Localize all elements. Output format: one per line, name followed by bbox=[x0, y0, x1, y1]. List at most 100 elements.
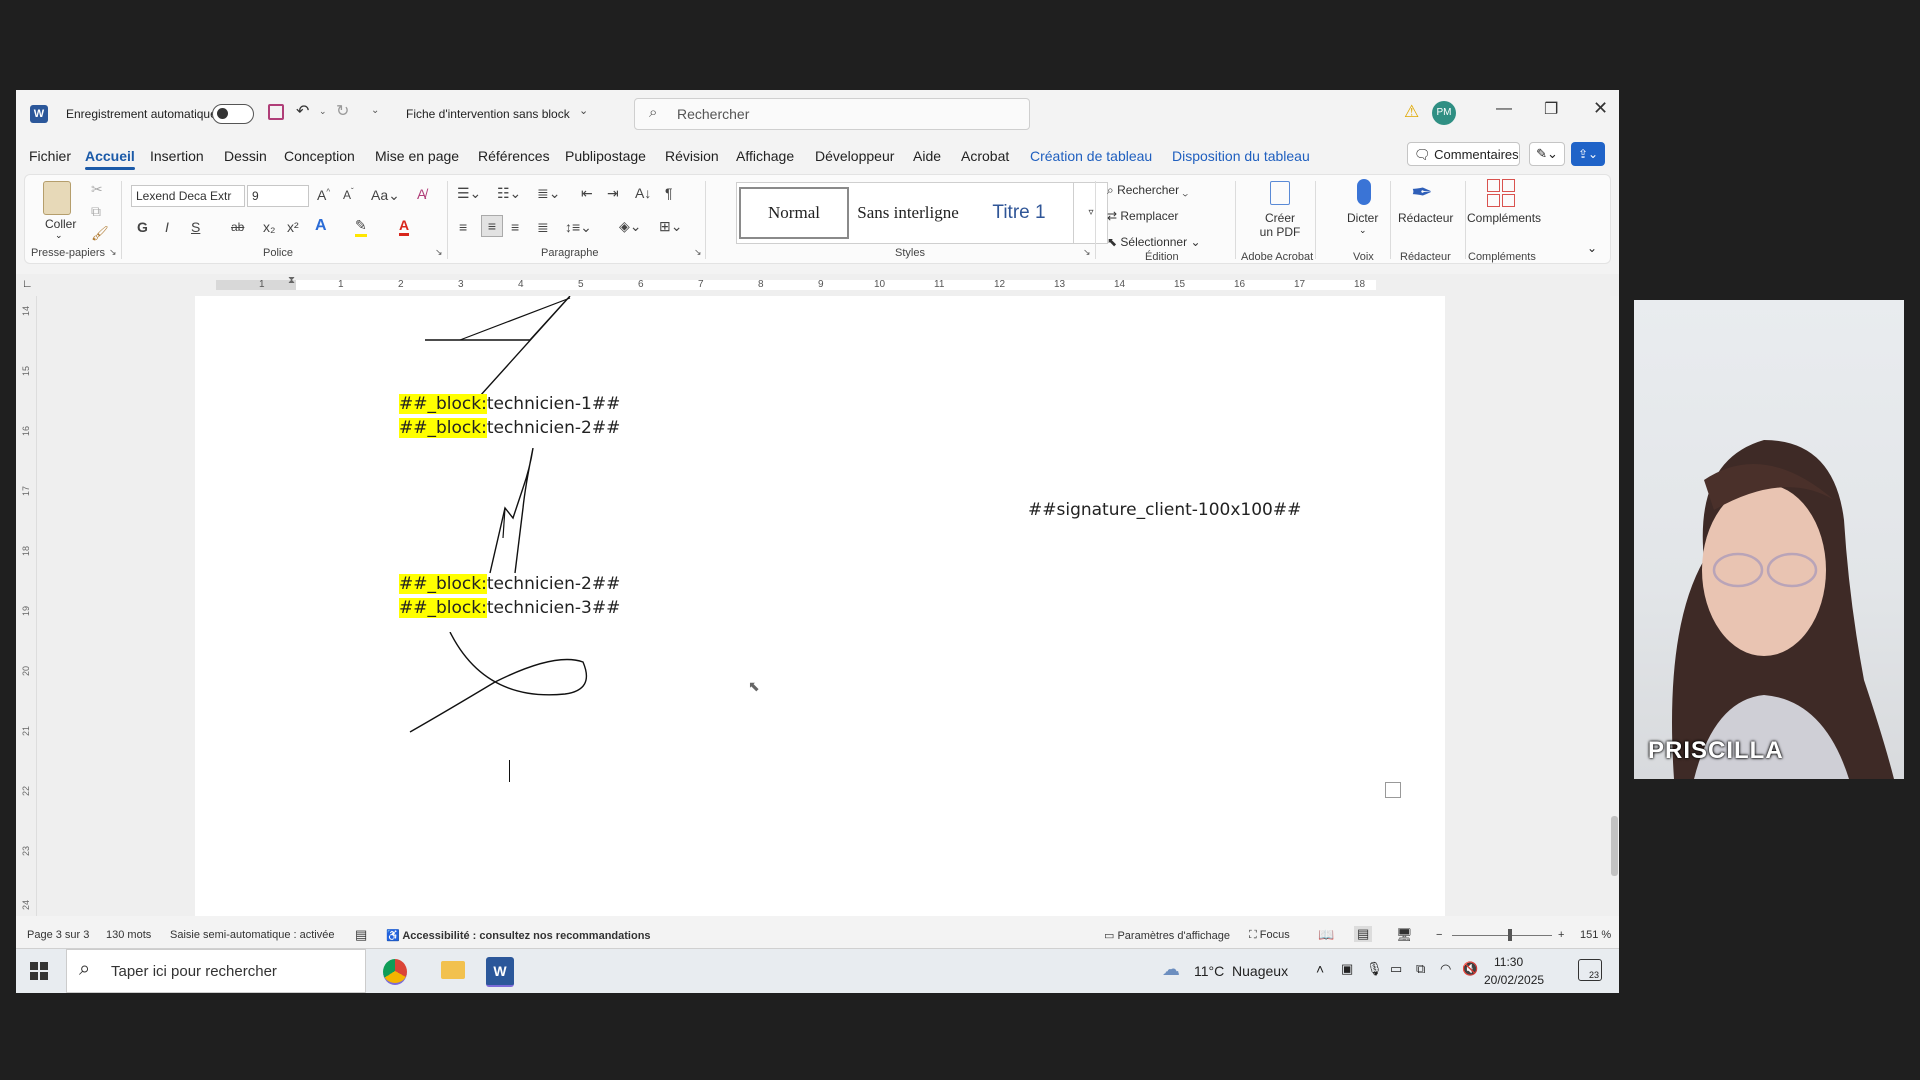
select-button[interactable]: ⬉ Sélectionner ⌄ bbox=[1107, 235, 1201, 249]
clock-date[interactable]: 20/02/2025 bbox=[1484, 973, 1544, 987]
font-family-select[interactable]: Lexend Deca Extr bbox=[131, 185, 245, 207]
block-line-technicien-1[interactable]: ##_block:technicien-1## bbox=[399, 394, 620, 414]
document-page[interactable]: ##_block:technicien-1## ##_block:technic… bbox=[195, 296, 1445, 916]
focus-button[interactable]: ⛶ Focus bbox=[1249, 929, 1290, 942]
tab-dessin[interactable]: Dessin bbox=[224, 148, 267, 164]
horizontal-ruler[interactable]: ∟ ⧗ 1 1 2 3 4 5 6 7 8 9 10 11 12 13 14 1… bbox=[16, 274, 1619, 296]
font-size-select[interactable]: 9 bbox=[247, 185, 309, 207]
format-painter-icon[interactable]: 🖌 bbox=[91, 225, 109, 242]
ribbon-collapse-icon[interactable]: ⌄ bbox=[1587, 241, 1597, 255]
highlight-icon[interactable]: ✎ bbox=[355, 217, 367, 237]
indent-marker-icon[interactable]: ⧗ bbox=[288, 275, 295, 286]
tab-disposition-tableau[interactable]: Disposition du tableau bbox=[1172, 148, 1310, 164]
web-layout-icon[interactable]: 🖥 bbox=[1396, 927, 1413, 943]
sort-icon[interactable]: A↓ bbox=[635, 185, 651, 201]
windows-start-icon[interactable] bbox=[30, 962, 48, 980]
increase-indent-icon[interactable]: ⇥ bbox=[607, 185, 619, 202]
style-titre-1[interactable]: Titre 1 bbox=[969, 187, 1069, 239]
word-count[interactable]: 130 mots bbox=[106, 929, 151, 941]
close-icon[interactable]: ✕ bbox=[1593, 98, 1608, 119]
cut-icon[interactable]: ✂ bbox=[91, 181, 103, 198]
mic-tray-icon[interactable]: 🎙 bbox=[1366, 961, 1383, 977]
grow-font-icon[interactable]: A^ bbox=[317, 187, 330, 203]
tab-creation-tableau[interactable]: Création de tableau bbox=[1030, 148, 1152, 164]
document-name[interactable]: Fiche d'intervention sans block bbox=[406, 107, 570, 121]
decrease-indent-icon[interactable]: ⇤ bbox=[581, 185, 593, 202]
tab-developpeur[interactable]: Développeur bbox=[815, 148, 894, 164]
clear-formatting-icon[interactable]: A̸ bbox=[417, 186, 426, 202]
share-button[interactable]: ⇪⌄ bbox=[1571, 142, 1605, 166]
minimize-icon[interactable]: — bbox=[1496, 100, 1512, 118]
resize-handle-icon[interactable] bbox=[1385, 782, 1401, 798]
battery-icon[interactable]: ▭ bbox=[1390, 961, 1402, 977]
find-button[interactable]: ⌕ Rechercher ⌄ bbox=[1107, 183, 1188, 198]
chrome-icon[interactable] bbox=[383, 959, 407, 985]
document-area[interactable]: 14 15 16 17 18 19 20 21 22 23 24 ##_bloc… bbox=[16, 296, 1619, 916]
weather-text[interactable]: 11°C Nuageux bbox=[1194, 963, 1288, 979]
file-explorer-icon[interactable] bbox=[441, 961, 465, 979]
line-spacing-icon[interactable]: ↕≡⌄ bbox=[565, 219, 592, 236]
tab-affichage[interactable]: Affichage bbox=[736, 148, 794, 164]
dictate-button[interactable]: Dicter bbox=[1347, 211, 1378, 225]
warning-icon[interactable]: ⚠ bbox=[1404, 102, 1419, 122]
weather-icon[interactable]: ☁ bbox=[1162, 959, 1180, 980]
superscript-icon[interactable]: x² bbox=[287, 219, 299, 235]
tab-mise-en-page[interactable]: Mise en page bbox=[375, 148, 459, 164]
vertical-ruler[interactable]: 14 15 16 17 18 19 20 21 22 23 24 bbox=[16, 296, 37, 916]
zoom-slider[interactable] bbox=[1452, 929, 1552, 941]
underline-button[interactable]: S bbox=[191, 219, 200, 235]
tab-insertion[interactable]: Insertion bbox=[150, 148, 204, 164]
tab-publipostage[interactable]: Publipostage bbox=[565, 148, 646, 164]
zoom-in-icon[interactable]: + bbox=[1558, 929, 1564, 941]
bold-button[interactable]: G bbox=[137, 219, 148, 235]
zoom-level[interactable]: 151 % bbox=[1580, 929, 1611, 941]
read-mode-icon[interactable]: 📖 bbox=[1318, 927, 1334, 943]
shading-icon[interactable]: ◈⌄ bbox=[619, 218, 642, 235]
autosave-toggle[interactable] bbox=[212, 104, 254, 124]
editor-button[interactable]: Rédacteur bbox=[1398, 211, 1453, 225]
tab-revision[interactable]: Révision bbox=[665, 148, 719, 164]
wifi-icon[interactable]: ◠ bbox=[1440, 961, 1451, 977]
accessibility-status[interactable]: ♿ Accessibilité : consultez nos recomman… bbox=[386, 929, 651, 942]
volume-muted-icon[interactable]: 🔇 bbox=[1462, 961, 1478, 977]
tab-selector-icon[interactable]: ∟ bbox=[22, 278, 33, 290]
tab-references[interactable]: Références bbox=[478, 148, 550, 164]
clock-time[interactable]: 11:30 bbox=[1494, 955, 1523, 969]
zoom-out-icon[interactable]: − bbox=[1436, 929, 1442, 941]
proofing-icon[interactable]: ▤ bbox=[355, 927, 367, 943]
tab-conception[interactable]: Conception bbox=[284, 148, 355, 164]
dictate-dropdown-icon[interactable]: ⌄ bbox=[1359, 225, 1367, 236]
clipboard-launcher-icon[interactable]: ↘ bbox=[109, 247, 117, 258]
vertical-scrollbar[interactable] bbox=[1610, 296, 1619, 916]
show-hidden-icons-icon[interactable]: ˄ bbox=[1316, 961, 1324, 977]
italic-button[interactable]: I bbox=[165, 219, 169, 235]
subscript-icon[interactable]: x₂ bbox=[263, 219, 275, 235]
tab-acrobat[interactable]: Acrobat bbox=[961, 148, 1009, 164]
word-taskbar-icon[interactable]: W bbox=[486, 957, 514, 987]
avatar[interactable]: PM bbox=[1432, 101, 1456, 125]
autocomplete-status[interactable]: Saisie semi-automatique : activée bbox=[170, 929, 334, 941]
editor-icon[interactable]: ✒ bbox=[1411, 177, 1433, 208]
display-tray-icon[interactable]: ⧉ bbox=[1416, 961, 1425, 977]
font-launcher-icon[interactable]: ↘ bbox=[435, 247, 443, 258]
numbering-icon[interactable]: ☷⌄ bbox=[497, 185, 521, 202]
paragraph-launcher-icon[interactable]: ↘ bbox=[694, 247, 702, 258]
taskbar-search[interactable]: ⌕ Taper ici pour rechercher bbox=[66, 949, 366, 993]
redo-icon[interactable]: ↻ bbox=[336, 101, 349, 121]
notifications-icon[interactable]: 23 bbox=[1578, 959, 1602, 981]
display-settings-button[interactable]: ▭ Paramètres d'affichage bbox=[1104, 929, 1230, 942]
text-effects-icon[interactable]: A bbox=[315, 217, 327, 235]
multilevel-list-icon[interactable]: ≣⌄ bbox=[537, 185, 560, 202]
shrink-font-icon[interactable]: Aˇ bbox=[343, 187, 354, 202]
create-pdf-icon[interactable] bbox=[1270, 181, 1290, 205]
paste-icon[interactable] bbox=[43, 181, 71, 215]
document-name-chevron-icon[interactable]: ⌄ bbox=[579, 104, 588, 117]
zoom-slider-thumb[interactable] bbox=[1508, 929, 1512, 941]
undo-dropdown-icon[interactable]: ⌄ bbox=[319, 106, 327, 117]
copy-icon[interactable]: ⧉ bbox=[91, 203, 101, 220]
create-pdf-button[interactable]: Créer un PDF bbox=[1257, 211, 1303, 239]
styles-more-icon[interactable]: ▿ bbox=[1073, 183, 1108, 243]
search-box[interactable]: ⌕ Rechercher bbox=[634, 98, 1030, 130]
font-color-icon[interactable]: A bbox=[399, 217, 410, 236]
scrollbar-thumb[interactable] bbox=[1611, 816, 1618, 876]
